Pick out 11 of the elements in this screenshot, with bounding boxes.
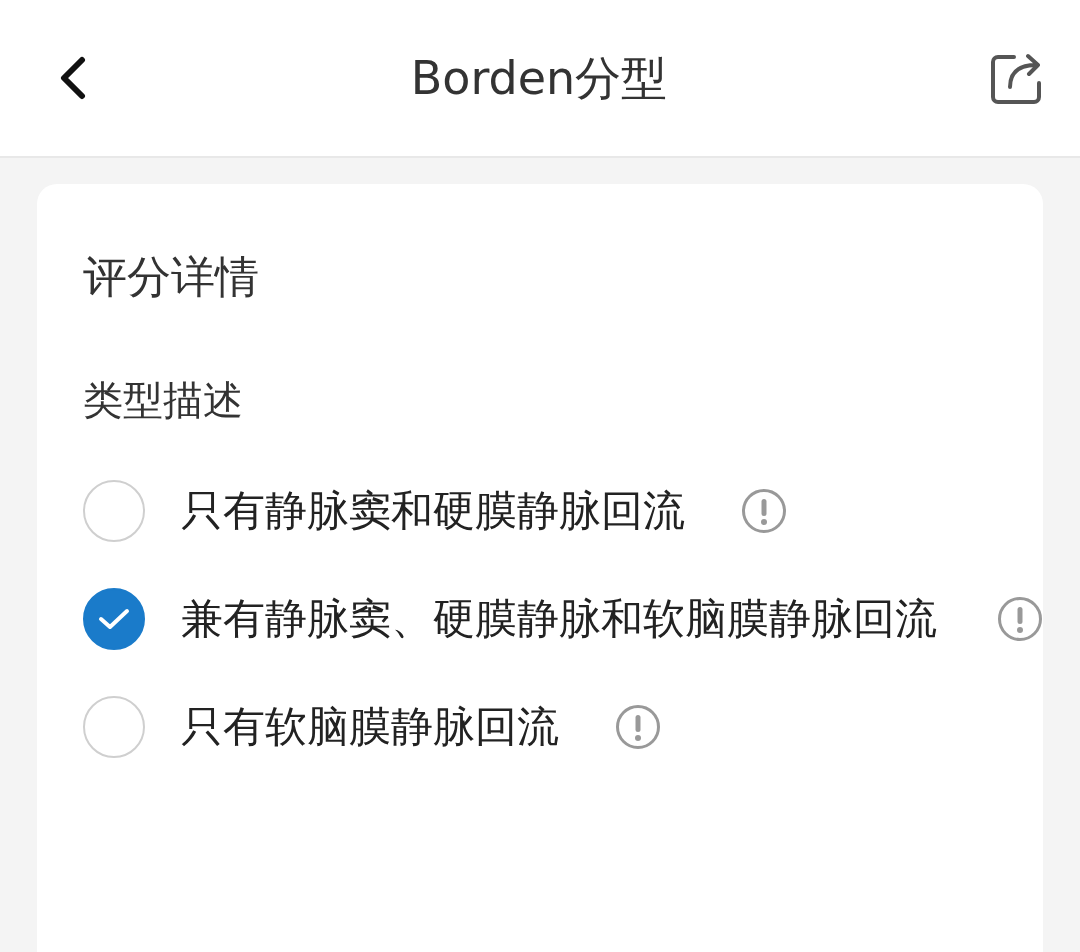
info-icon[interactable] [741,488,787,534]
info-icon[interactable] [615,704,661,750]
section-label: 类型描述 [83,376,244,425]
page-title: Borden分型 [410,49,668,107]
share-icon[interactable] [990,51,1044,105]
option-label: 兼有静脉窦、硬膜静脉和软脑膜静脉回流 [181,593,937,645]
option-label: 只有软脑膜静脉回流 [181,701,559,753]
check-icon [97,606,131,632]
option-label: 只有静脉窦和硬膜静脉回流 [181,485,685,537]
info-icon[interactable] [997,596,1043,642]
card-title: 评分详情 [83,250,260,304]
